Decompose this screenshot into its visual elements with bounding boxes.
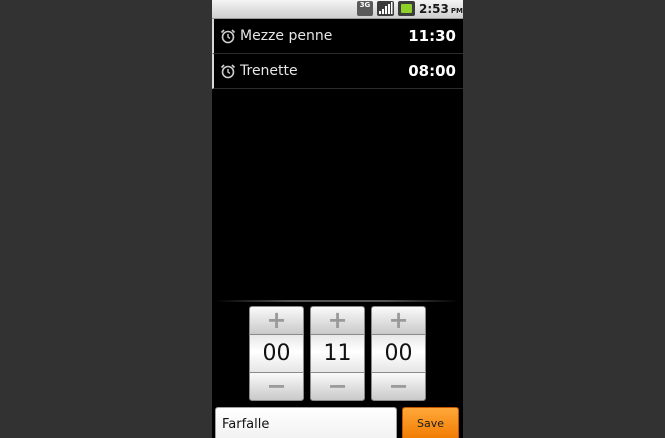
hours-picker: + 00 − xyxy=(249,306,304,401)
picker-divider xyxy=(216,300,459,302)
hours-value[interactable]: 00 xyxy=(249,335,304,372)
alarm-time: 11:30 xyxy=(408,27,456,45)
minutes-value[interactable]: 11 xyxy=(310,335,365,372)
alarm-time: 08:00 xyxy=(408,62,456,80)
alarm-list-item[interactable]: Trenette 08:00 xyxy=(212,54,463,89)
hours-decrement-button[interactable]: − xyxy=(249,372,304,401)
alarm-label: Trenette xyxy=(240,63,298,79)
battery-charging-icon xyxy=(398,1,415,16)
alarm-label: Mezze penne xyxy=(240,28,333,44)
hours-increment-button[interactable]: + xyxy=(249,306,304,335)
status-bar: 3G 2:53 PM xyxy=(212,0,463,19)
minutes-picker: + 11 − xyxy=(310,306,365,401)
alarm-list-item[interactable]: Mezze penne 11:30 xyxy=(212,19,463,54)
status-clock: 2:53 PM xyxy=(419,0,463,18)
seconds-value[interactable]: 00 xyxy=(371,335,426,372)
seconds-picker: + 00 − xyxy=(371,306,426,401)
alarm-name-input[interactable] xyxy=(215,407,397,438)
3g-data-icon: 3G xyxy=(357,1,373,16)
status-time: 2:53 xyxy=(419,2,449,16)
status-ampm: PM xyxy=(450,7,463,15)
minutes-decrement-button[interactable]: − xyxy=(310,372,365,401)
save-button[interactable]: Save xyxy=(402,407,459,438)
battery-level-fill xyxy=(401,4,412,13)
alarm-list: Mezze penne 11:30 Trenette 08:00 xyxy=(212,19,463,89)
seconds-increment-button[interactable]: + xyxy=(371,306,426,335)
seconds-decrement-button[interactable]: − xyxy=(371,372,426,401)
minutes-increment-button[interactable]: + xyxy=(310,306,365,335)
signal-strength-icon xyxy=(377,1,394,16)
alarm-clock-icon xyxy=(220,29,236,44)
network-type-label: 3G xyxy=(359,1,371,9)
alarm-clock-icon xyxy=(220,64,236,79)
phone-screen: 3G 2:53 PM Mezze penne 11:30 Trenette 08… xyxy=(212,0,463,438)
